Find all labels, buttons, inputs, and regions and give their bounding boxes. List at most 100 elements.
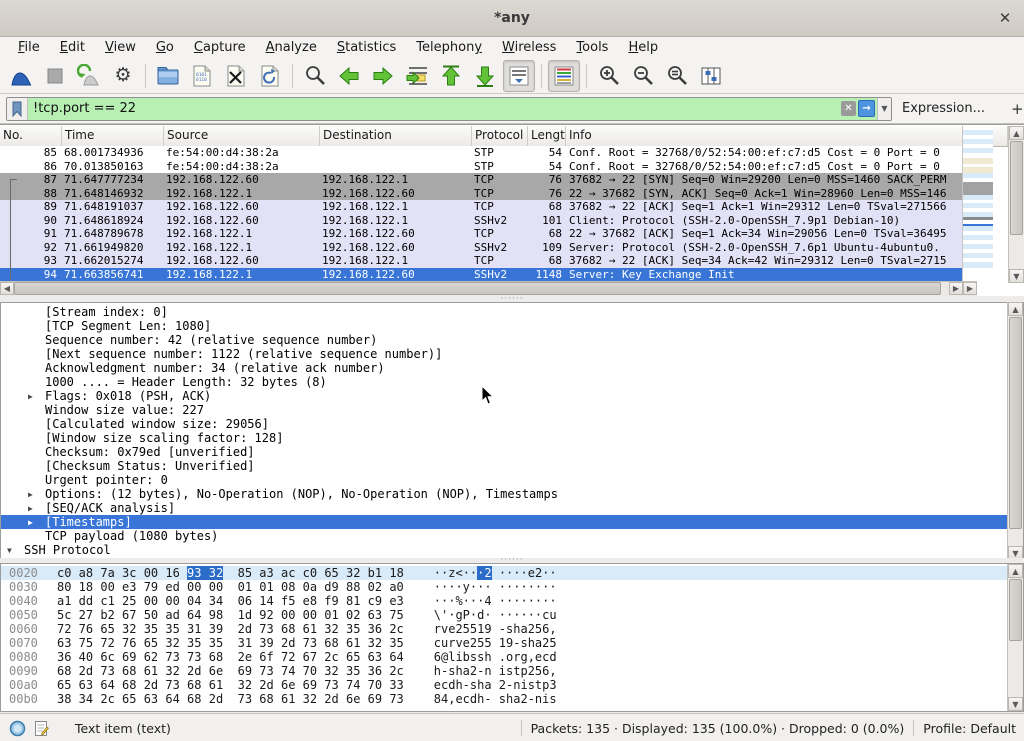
hex-row[interactable]: 006072 76 65 32 35 35 31 39 2d 73 68 61 … (1, 622, 1023, 636)
menu-item-analyze[interactable]: Analyze (256, 38, 327, 57)
detail-line[interactable]: Window size value: 227 (1, 403, 1023, 417)
detail-line[interactable]: ▶Flags: 0x018 (PSH, ACK) (1, 389, 1023, 403)
expander-closed-icon[interactable]: ▶ (28, 502, 33, 516)
menu-item-telephony[interactable]: Telephony (406, 38, 492, 57)
detail-line[interactable]: Urgent pointer: 0 (1, 473, 1023, 487)
scroll-up-icon[interactable]: ▲ (1008, 564, 1023, 578)
zoom-original-icon[interactable] (661, 60, 693, 92)
packet-list-header[interactable]: No.TimeSourceDestinationProtocolLengthIn… (0, 126, 1008, 147)
menu-item-capture[interactable]: Capture (184, 38, 256, 57)
resize-columns-icon[interactable] (695, 60, 727, 92)
chevron-down-icon[interactable]: ▼ (877, 98, 891, 120)
packet-row[interactable]: 8568.001734936fe:54:00:d4:38:2aSTP54Conf… (0, 146, 977, 160)
scroll-right-icon[interactable]: ▶ (949, 282, 963, 295)
column-header-no[interactable]: No. (0, 126, 62, 146)
auto-scroll-icon[interactable] (503, 60, 535, 92)
find-packet-icon[interactable] (299, 60, 331, 92)
bookmark-icon[interactable] (7, 98, 28, 120)
menu-item-tools[interactable]: Tools (566, 38, 618, 57)
stop-capture-icon[interactable] (39, 60, 71, 92)
last-packet-icon[interactable] (469, 60, 501, 92)
expander-open-icon[interactable]: ▼ (7, 544, 12, 558)
bytes-vscrollbar[interactable]: ▲ ▼ (1007, 564, 1023, 711)
colorize-icon[interactable] (548, 60, 580, 92)
zoom-in-icon[interactable] (593, 60, 625, 92)
menu-item-go[interactable]: Go (146, 38, 184, 57)
profile-status[interactable]: Profile: Default (923, 721, 1016, 736)
column-header-protocol[interactable]: Protocol (472, 126, 528, 146)
packet-list-vscrollbar[interactable]: ▲ ▼ (1008, 126, 1024, 283)
clear-filter-icon[interactable]: ✕ (841, 101, 856, 116)
detail-line[interactable]: [Checksum Status: Unverified] (1, 459, 1023, 473)
menu-item-file[interactable]: File (8, 38, 50, 57)
menu-item-view[interactable]: View (95, 38, 146, 57)
open-file-icon[interactable] (152, 60, 184, 92)
scroll-up-icon[interactable]: ▲ (1008, 302, 1023, 316)
scrollbar-thumb[interactable] (1010, 141, 1023, 235)
next-packet-icon[interactable] (367, 60, 399, 92)
detail-line[interactable]: Sequence number: 42 (relative sequence n… (1, 333, 1023, 347)
scrollbar-thumb[interactable] (1009, 579, 1022, 641)
expression-button[interactable]: Expression... (902, 101, 985, 116)
hex-row[interactable]: 00505c 27 b2 67 50 ad 64 98 1d 92 00 00 … (1, 608, 1023, 622)
first-packet-icon[interactable] (435, 60, 467, 92)
scroll-down-icon[interactable]: ▼ (1009, 269, 1024, 283)
expander-closed-icon[interactable]: ▶ (28, 390, 33, 404)
column-header-destination[interactable]: Destination (320, 126, 472, 146)
hex-row[interactable]: 008036 40 6c 69 62 73 73 68 2e 6f 72 67 … (1, 650, 1023, 664)
detail-line[interactable]: [Calculated window size: 29056] (1, 417, 1023, 431)
hex-row[interactable]: 003080 18 00 e3 79 ed 00 00 01 01 08 0a … (1, 580, 1023, 594)
packet-row[interactable]: 9471.663856741192.168.122.1192.168.122.6… (0, 268, 977, 282)
hex-row[interactable]: 007063 75 72 76 65 32 35 35 31 39 2d 73 … (1, 636, 1023, 650)
hex-row[interactable]: 009068 2d 73 68 61 32 2d 6e 69 73 74 70 … (1, 664, 1023, 678)
save-file-icon[interactable]: 01010110 (186, 60, 218, 92)
detail-line[interactable]: [Next sequence number: 1122 (relative se… (1, 347, 1023, 361)
packet-row[interactable]: 8971.648191037192.168.122.60192.168.122.… (0, 200, 977, 214)
add-filter-button[interactable]: + (1003, 100, 1024, 118)
column-header-length[interactable]: Length (528, 126, 566, 146)
detail-line[interactable]: [Window size scaling factor: 128] (1, 431, 1023, 445)
zoom-out-icon[interactable] (627, 60, 659, 92)
scroll-left-icon[interactable]: ◀ (0, 282, 14, 295)
menu-item-help[interactable]: Help (618, 38, 668, 57)
packet-row[interactable]: 9071.648618924192.168.122.60192.168.122.… (0, 214, 977, 228)
detail-line[interactable]: 1000 .... = Header Length: 32 bytes (8) (1, 375, 1023, 389)
column-header-time[interactable]: Time (62, 126, 164, 146)
detail-line[interactable]: [Stream index: 0] (1, 305, 1023, 319)
restart-capture-icon[interactable] (73, 60, 105, 92)
packet-row[interactable]: 8871.648146932192.168.122.1192.168.122.6… (0, 187, 977, 201)
expander-closed-icon[interactable]: ▶ (28, 488, 33, 502)
detail-line[interactable]: Acknowledgment number: 34 (relative ack … (1, 361, 1023, 375)
display-filter-input[interactable]: !tcp.port == 22 (28, 98, 839, 120)
scroll-down-icon[interactable]: ▼ (1008, 697, 1023, 711)
menu-item-statistics[interactable]: Statistics (327, 38, 406, 57)
details-vscrollbar[interactable]: ▲ ▼ (1007, 302, 1023, 560)
scrollbar-thumb[interactable] (14, 282, 941, 295)
capture-options-icon[interactable]: ⚙ (107, 60, 139, 92)
hex-row[interactable]: 00a065 63 64 68 2d 73 68 61 32 2d 6e 69 … (1, 678, 1023, 692)
detail-line[interactable]: [TCP Segment Len: 1080] (1, 319, 1023, 333)
reload-file-icon[interactable] (254, 60, 286, 92)
detail-line[interactable]: TCP payload (1080 bytes) (1, 529, 1023, 543)
capture-comment-icon[interactable] (34, 720, 49, 737)
detail-line[interactable]: ▶Options: (12 bytes), No-Operation (NOP)… (1, 487, 1023, 501)
column-header-info[interactable]: Info (566, 126, 1008, 146)
scroll-right-icon[interactable]: ▶ (963, 282, 977, 295)
intelligent-scrollbar[interactable] (962, 126, 993, 283)
display-filter-field[interactable]: !tcp.port == 22 ✕ → ▼ (6, 97, 892, 121)
menu-item-wireless[interactable]: Wireless (492, 38, 566, 57)
packet-row[interactable]: 8771.647777234192.168.122.60192.168.122.… (0, 173, 977, 187)
packet-row[interactable]: 9271.661949820192.168.122.1192.168.122.6… (0, 241, 977, 255)
column-header-source[interactable]: Source (164, 126, 320, 146)
detail-line[interactable]: ▶[SEQ/ACK analysis] (1, 501, 1023, 515)
start-capture-icon[interactable] (5, 60, 37, 92)
scroll-up-icon[interactable]: ▲ (1009, 126, 1024, 140)
expert-info-icon[interactable] (9, 720, 26, 737)
scrollbar-thumb[interactable] (1009, 317, 1022, 529)
packet-list-hscrollbar[interactable]: ◀ ▶ ▶ (0, 281, 977, 296)
apply-filter-icon[interactable]: → (858, 100, 875, 117)
expander-closed-icon[interactable]: ▶ (28, 516, 33, 530)
menu-item-edit[interactable]: Edit (50, 38, 95, 57)
hex-row[interactable]: 0040a1 dd c1 25 00 00 04 34 06 14 f5 e8 … (1, 594, 1023, 608)
previous-packet-icon[interactable] (333, 60, 365, 92)
